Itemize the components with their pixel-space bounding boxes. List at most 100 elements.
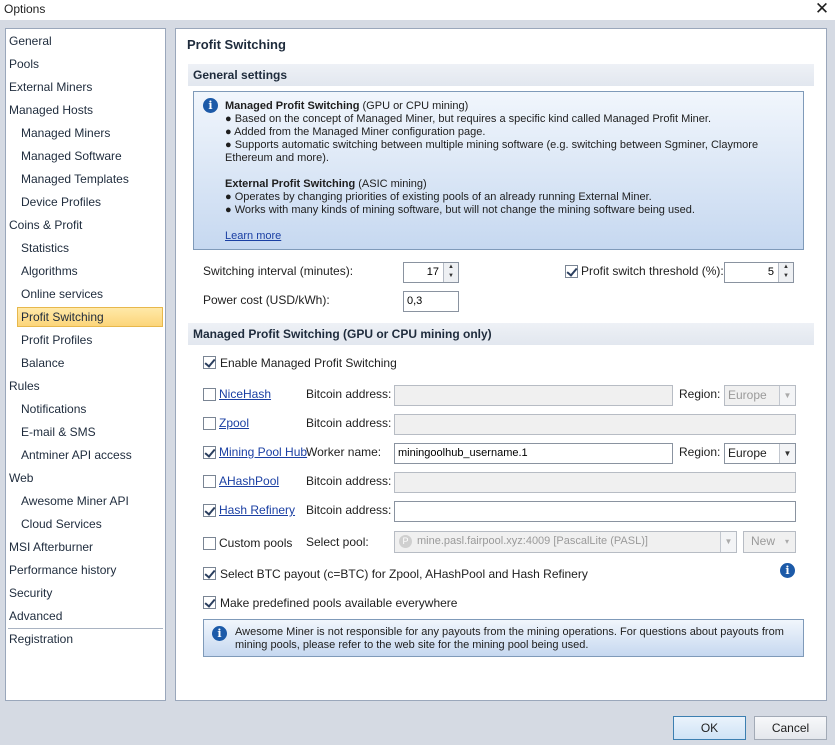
- sidebar-item-notifications[interactable]: Notifications: [21, 399, 86, 419]
- ok-button[interactable]: OK: [673, 716, 746, 740]
- sidebar-item-online-services[interactable]: Online services: [21, 284, 103, 304]
- external-line: ● Works with many kinds of mining softwa…: [225, 204, 695, 216]
- window-title: Options: [4, 2, 46, 16]
- miningpoolhub-region-value: Europe: [728, 446, 767, 460]
- managed-section-header: Managed Profit Switching (GPU or CPU min…: [188, 323, 814, 345]
- learn-more-link[interactable]: Learn more: [225, 230, 281, 243]
- external-suffix: (ASIC mining): [355, 178, 427, 190]
- sidebar-item-balance[interactable]: Balance: [21, 353, 64, 373]
- profit-threshold-checkbox[interactable]: [565, 265, 578, 278]
- sidebar-item-managed-software[interactable]: Managed Software: [21, 146, 122, 166]
- sidebar-item-profit-switching[interactable]: Profit Switching: [17, 307, 163, 327]
- sidebar-item-profit-profiles[interactable]: Profit Profiles: [21, 330, 92, 350]
- chevron-down-icon: ▼: [779, 444, 795, 463]
- custom-pools-checkbox[interactable]: [203, 537, 216, 550]
- spinner-arrows-icon[interactable]: ▲ ▼: [443, 263, 458, 282]
- info-icon: i: [203, 98, 218, 113]
- disclaimer-info-box: i Awesome Miner is not responsible for a…: [203, 619, 804, 657]
- custom-pool-value: mine.pasl.fairpool.xyz:4009 [PascalLite …: [417, 535, 648, 547]
- predefined-pools-checkbox[interactable]: [203, 596, 216, 609]
- custom-pools-label: Custom pools: [219, 536, 293, 550]
- enable-managed-checkbox[interactable]: [203, 356, 216, 369]
- page-title: Profit Switching: [187, 37, 286, 52]
- external-title: External Profit Switching: [225, 178, 356, 190]
- title-bar: [0, 0, 835, 20]
- miningpoolhub-worker-input[interactable]: miningoolhub_username.1: [394, 443, 673, 464]
- pool-coin-icon: P: [399, 535, 412, 548]
- sidebar-item-managed-miners[interactable]: Managed Miners: [21, 123, 110, 143]
- sidebar-item-coins-profit[interactable]: Coins & Profit: [9, 215, 82, 235]
- sidebar-item-e-mail-sms[interactable]: E-mail & SMS: [21, 422, 96, 442]
- managed-line: ● Based on the concept of Managed Miner,…: [225, 113, 712, 125]
- nicehash-region-select[interactable]: Europe ▼: [724, 385, 796, 406]
- info-icon[interactable]: i: [780, 563, 795, 578]
- info-icon: i: [212, 626, 227, 641]
- sidebar-item-registration[interactable]: Registration: [9, 629, 73, 649]
- disclaimer-line: Awesome Miner is not responsible for any…: [235, 626, 784, 638]
- miningpoolhub-region-select[interactable]: Europe ▼: [724, 443, 796, 464]
- sidebar-item-msi-afterburner[interactable]: MSI Afterburner: [9, 537, 93, 557]
- miningpoolhub-field-label: Worker name:: [306, 445, 382, 459]
- enable-managed-label: Enable Managed Profit Switching: [220, 356, 397, 370]
- sidebar-item-web[interactable]: Web: [9, 468, 33, 488]
- hashrefinery-link[interactable]: Hash Refinery: [219, 503, 295, 517]
- ahashpool-link[interactable]: AHashPool: [219, 474, 279, 488]
- ahashpool-checkbox[interactable]: [203, 475, 216, 488]
- btc-payout-checkbox[interactable]: [203, 567, 216, 580]
- spinner-arrows-icon[interactable]: ▲ ▼: [778, 263, 793, 282]
- hashrefinery-address-input[interactable]: [394, 501, 796, 522]
- sidebar-item-external-miners[interactable]: External Miners: [9, 77, 92, 97]
- sidebar-item-cloud-services[interactable]: Cloud Services: [21, 514, 102, 534]
- sidebar-item-managed-templates[interactable]: Managed Templates: [21, 169, 129, 189]
- chevron-down-icon: ▼: [720, 532, 736, 552]
- hashrefinery-checkbox[interactable]: [203, 504, 216, 517]
- zpool-address-input[interactable]: [394, 414, 796, 435]
- sidebar-item-algorithms[interactable]: Algorithms: [21, 261, 78, 281]
- managed-line: ● Supports automatic switching between m…: [225, 139, 759, 151]
- new-pool-label: New: [751, 534, 776, 548]
- nicehash-region-value: Europe: [728, 388, 767, 402]
- new-pool-button[interactable]: New ▾: [743, 531, 796, 553]
- disclaimer-line: mining pools, please refer to the web si…: [235, 639, 589, 651]
- ahashpool-address-input[interactable]: [394, 472, 796, 493]
- sidebar-item-managed-hosts[interactable]: Managed Hosts: [9, 100, 93, 120]
- select-pool-label: Select pool:: [306, 535, 369, 549]
- nicehash-address-input[interactable]: [394, 385, 673, 406]
- nicehash-link[interactable]: NiceHash: [219, 387, 271, 401]
- cancel-button[interactable]: Cancel: [754, 716, 827, 740]
- sidebar-item-awesome-miner-api[interactable]: Awesome Miner API: [21, 491, 129, 511]
- power-cost-label: Power cost (USD/kWh):: [203, 293, 330, 307]
- profit-threshold-label: Profit switch threshold (%):: [581, 264, 724, 278]
- close-icon[interactable]: ✕: [812, 0, 832, 19]
- managed-title: Managed Profit Switching: [225, 100, 360, 112]
- nicehash-checkbox[interactable]: [203, 388, 216, 401]
- zpool-checkbox[interactable]: [203, 417, 216, 430]
- miningpoolhub-checkbox[interactable]: [203, 446, 216, 459]
- sidebar-item-rules[interactable]: Rules: [9, 376, 40, 396]
- sidebar-item-statistics[interactable]: Statistics: [21, 238, 69, 258]
- predefined-pools-label: Make predefined pools available everywhe…: [220, 596, 458, 610]
- ahashpool-field-label: Bitcoin address:: [306, 474, 392, 488]
- sidebar-item-security[interactable]: Security: [9, 583, 52, 603]
- sidebar-item-pools[interactable]: Pools: [9, 54, 39, 74]
- sidebar-item-antminer-api-access[interactable]: Antminer API access: [21, 445, 132, 465]
- sidebar-item-advanced[interactable]: Advanced: [9, 606, 62, 626]
- chevron-down-icon: ▾: [784, 537, 789, 546]
- switching-interval-label: Switching interval (minutes):: [203, 264, 354, 278]
- info-external-text: External Profit Switching (ASIC mining) …: [225, 178, 800, 217]
- zpool-link[interactable]: Zpool: [219, 416, 249, 430]
- chevron-down-icon: ▼: [779, 386, 795, 405]
- nicehash-field-label: Bitcoin address:: [306, 387, 392, 401]
- nicehash-region-label: Region:: [679, 387, 721, 401]
- sidebar-item-performance-history[interactable]: Performance history: [9, 560, 116, 580]
- custom-pool-select[interactable]: P mine.pasl.fairpool.xyz:4009 [PascalLit…: [394, 531, 737, 553]
- sidebar-item-general[interactable]: General: [9, 31, 52, 51]
- hashrefinery-field-label: Bitcoin address:: [306, 503, 392, 517]
- managed-line: Ethereum and more).: [225, 152, 329, 164]
- power-cost-input[interactable]: 0,3: [403, 291, 459, 312]
- external-line: ● Operates by changing priorities of exi…: [225, 191, 652, 203]
- miningpoolhub-region-label: Region:: [679, 445, 721, 459]
- sidebar-item-device-profiles[interactable]: Device Profiles: [21, 192, 101, 212]
- miningpoolhub-link[interactable]: Mining Pool Hub: [219, 445, 307, 459]
- profit-switching-info-box: i Managed Profit Switching (GPU or CPU m…: [193, 91, 804, 250]
